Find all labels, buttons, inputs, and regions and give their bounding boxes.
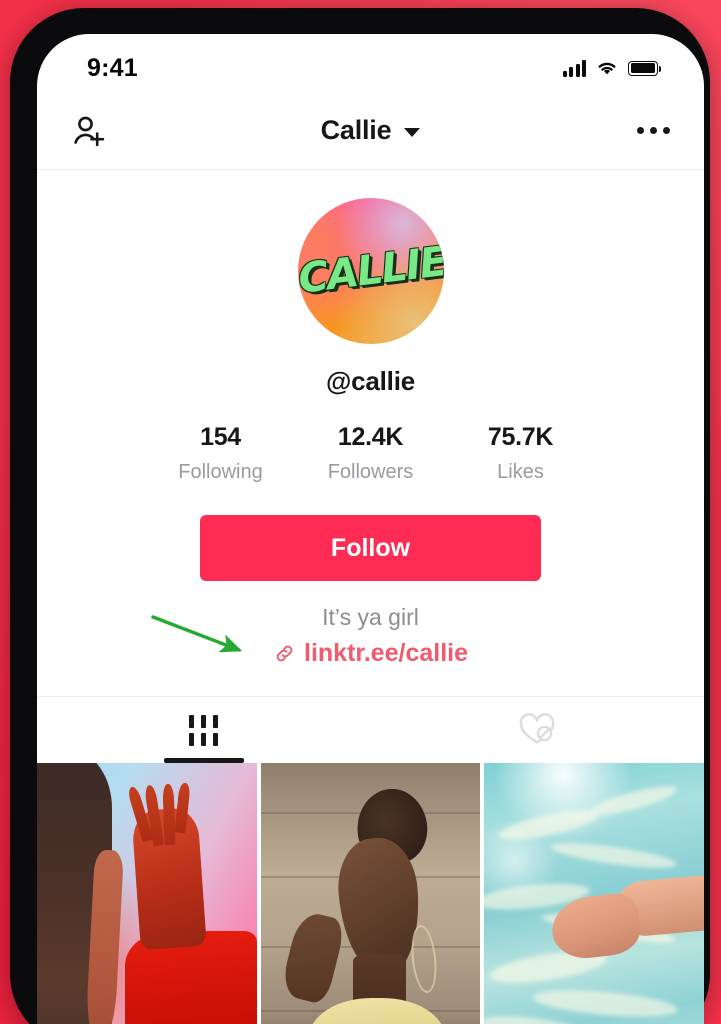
heart-slash-icon — [519, 713, 555, 744]
link-chain-icon — [276, 645, 293, 662]
follow-button[interactable]: Follow — [200, 515, 541, 581]
thumbnail-pool-hand[interactable] — [484, 763, 704, 1024]
status-icons — [562, 59, 662, 77]
nav-center[interactable]: Callie — [141, 115, 600, 146]
status-bar: 9:41 — [37, 34, 704, 92]
stat-followers[interactable]: 12.4K Followers — [296, 423, 446, 484]
bio-link-text: linktr.ee/callie — [304, 639, 468, 667]
nav-bar: Callie — [37, 92, 704, 170]
tab-liked-private[interactable] — [371, 697, 705, 763]
phone-screen: 9:41 Callie CALLIE @callie 154 Following… — [37, 34, 704, 1024]
profile-section: CALLIE @callie 154 Following 12.4K Follo… — [37, 170, 704, 668]
stat-value: 154 — [200, 423, 241, 451]
cellular-signal-icon — [562, 59, 586, 77]
phone-device-frame: 9:41 Callie CALLIE @callie 154 Following… — [10, 8, 710, 1024]
profile-stats: 154 Following 12.4K Followers 75.7K Like… — [37, 423, 704, 484]
avatar-wordmark: CALLIE — [297, 237, 444, 303]
person-add-icon[interactable] — [71, 113, 107, 149]
grid-icon — [189, 714, 219, 746]
battery-full-icon — [628, 60, 662, 76]
stat-label: Following — [178, 461, 263, 483]
chevron-down-icon[interactable] — [404, 128, 421, 137]
status-time: 9:41 — [87, 53, 138, 82]
thumbnail-red-hand-neon[interactable] — [37, 763, 257, 1024]
profile-handle: @callie — [325, 366, 415, 396]
stat-value: 75.7K — [487, 423, 554, 451]
profile-bio: It’s ya girl — [322, 604, 419, 630]
stat-following[interactable]: 154 Following — [146, 423, 296, 484]
tab-videos-grid[interactable] — [37, 697, 371, 763]
wifi-icon — [598, 62, 616, 75]
nav-right — [600, 127, 670, 134]
stat-label: Followers — [327, 461, 414, 483]
stat-label: Likes — [497, 461, 544, 483]
more-horizontal-icon[interactable] — [637, 127, 670, 134]
avatar[interactable]: CALLIE — [297, 198, 444, 344]
nav-left — [71, 113, 141, 149]
profile-tabs — [37, 696, 704, 763]
thumbnail-portrait-wall[interactable] — [260, 763, 481, 1024]
stat-likes[interactable]: 75.7K Likes — [446, 423, 596, 484]
stat-value: 12.4K — [337, 423, 404, 451]
profile-bio-link[interactable]: linktr.ee/callie — [37, 639, 704, 668]
page-title: Callie — [320, 115, 392, 145]
video-grid — [37, 763, 704, 1024]
screenshot-scene: 9:41 Callie CALLIE @callie 154 Following… — [0, 0, 721, 1024]
